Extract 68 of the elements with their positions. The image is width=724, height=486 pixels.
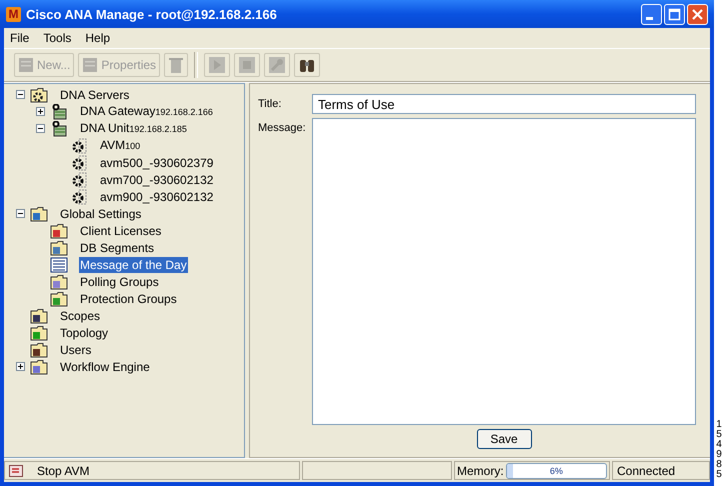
menu-item[interactable]: Help bbox=[85, 31, 110, 45]
maximize-icon bbox=[668, 8, 681, 20]
trash-icon bbox=[168, 56, 184, 74]
document-icon bbox=[18, 57, 34, 73]
memory-reading: 6% bbox=[548, 464, 564, 478]
tree-item[interactable]: DNA Servers bbox=[59, 86, 130, 102]
gear-icon bbox=[70, 154, 88, 170]
close-button[interactable] bbox=[687, 4, 708, 24]
tree-item[interactable]: DB Segments bbox=[79, 240, 156, 256]
minimize-button[interactable] bbox=[641, 4, 662, 24]
connection-status: Connected bbox=[617, 464, 676, 478]
menu-item[interactable]: Tools bbox=[43, 31, 72, 45]
document-icon bbox=[82, 57, 98, 73]
folder-icon bbox=[30, 324, 48, 340]
maximize-button[interactable] bbox=[664, 4, 685, 24]
tree-item[interactable]: Scopes bbox=[59, 308, 102, 324]
tree-item[interactable]: Client Licenses bbox=[79, 222, 162, 238]
tree-item[interactable]: DNA Unit192.168.2.185 bbox=[79, 120, 188, 137]
menu-item[interactable]: File bbox=[10, 31, 30, 45]
folder-icon bbox=[30, 206, 48, 222]
gear-icon bbox=[70, 138, 88, 154]
window-title: Cisco ANA Manage - root@192.168.2.166 bbox=[26, 6, 278, 22]
tree-item[interactable]: Users bbox=[59, 342, 92, 358]
tree-item[interactable]: Message of the Day bbox=[79, 256, 188, 272]
server-icon bbox=[50, 120, 68, 136]
close-icon bbox=[691, 8, 704, 20]
expand-icon[interactable] bbox=[36, 107, 44, 116]
collapse-icon[interactable] bbox=[16, 209, 24, 218]
folder-icon bbox=[50, 274, 68, 290]
folder-icon bbox=[30, 308, 48, 324]
message-label: Message: bbox=[258, 121, 306, 136]
play-icon bbox=[208, 56, 226, 74]
status-message: Stop AVM bbox=[37, 464, 90, 478]
folder-icon bbox=[50, 222, 68, 238]
folder-icon bbox=[50, 240, 68, 256]
save-button[interactable]: Save bbox=[476, 429, 532, 449]
collapse-icon[interactable] bbox=[16, 90, 24, 99]
tree-item[interactable]: avm500_-930602379 bbox=[99, 154, 214, 170]
tree-item[interactable]: AVM100 bbox=[99, 137, 142, 154]
gear-icon bbox=[70, 172, 88, 188]
title-field[interactable]: Terms of Use bbox=[312, 94, 696, 114]
gear-icon bbox=[70, 188, 88, 204]
tree-item[interactable]: Protection Groups bbox=[79, 290, 178, 306]
tree-item[interactable]: Polling Groups bbox=[79, 274, 160, 290]
folder-icon bbox=[30, 86, 48, 102]
memory-label: Memory: bbox=[457, 464, 504, 478]
find-button[interactable] bbox=[294, 53, 320, 77]
server-icon bbox=[50, 104, 68, 120]
wrench-icon bbox=[268, 56, 286, 74]
list-icon bbox=[50, 256, 68, 272]
message-field[interactable] bbox=[312, 118, 696, 425]
figure-number: 154985 bbox=[715, 420, 723, 480]
tree-item[interactable]: DNA Gateway192.168.2.166 bbox=[79, 103, 214, 120]
folder-icon bbox=[30, 342, 48, 358]
tree-item[interactable]: Workflow Engine bbox=[59, 358, 151, 374]
collapse-icon[interactable] bbox=[36, 124, 44, 133]
tree-item[interactable]: Global Settings bbox=[59, 206, 142, 222]
tree-item[interactable]: Topology bbox=[59, 324, 110, 340]
folder-icon bbox=[50, 290, 68, 306]
expand-icon[interactable] bbox=[16, 362, 24, 371]
folder-icon bbox=[30, 358, 48, 374]
status-icon bbox=[9, 464, 23, 476]
title-label: Title: bbox=[258, 97, 282, 112]
tree-item[interactable]: avm700_-930602132 bbox=[99, 172, 214, 188]
stop-icon bbox=[238, 56, 256, 74]
app-logo: M bbox=[6, 6, 21, 22]
minimize-icon bbox=[646, 16, 653, 20]
tree-item[interactable]: avm900_-930602132 bbox=[99, 188, 214, 204]
